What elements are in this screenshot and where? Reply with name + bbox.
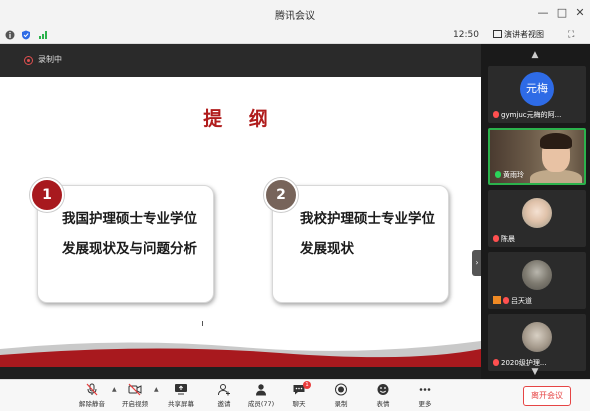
invite-label: 邀请 — [217, 400, 231, 408]
participant-name: 陈晨 — [501, 235, 515, 243]
record-button[interactable]: 录制 — [321, 383, 361, 411]
presentation-slide: 提 纲 1 我国护理硕士专业学位发展现状及与问题分析 2 我校护理硕士专业学位发… — [0, 77, 481, 367]
signal-icon[interactable] — [38, 30, 48, 40]
shield-icon[interactable] — [21, 30, 31, 40]
outline-badge-2: 2 — [264, 178, 298, 212]
avatar — [522, 260, 552, 290]
camera-off-icon — [128, 383, 142, 396]
members-button[interactable]: 成员(77) — [241, 383, 281, 411]
chat-button[interactable]: 1 聊天 — [279, 381, 319, 411]
more-label: 更多 — [418, 400, 432, 408]
outline-text-2: 我校护理硕士专业学位发展现状 — [300, 211, 435, 257]
video-person-hair — [540, 133, 572, 149]
avatar — [522, 198, 552, 228]
mic-muted-icon — [493, 235, 499, 242]
share-screen-button[interactable]: 共享屏幕 — [161, 383, 201, 411]
screen-share-icon — [493, 296, 501, 304]
participants-panel: ▲ 元梅 gymjuc元梅的阿... 黄雨玲 陈晨 吕天道 2020级护理...… — [481, 44, 590, 379]
members-label: 成员(77) — [247, 400, 275, 408]
avatar: 元梅 — [520, 72, 554, 106]
emoji-icon — [377, 384, 389, 395]
more-button[interactable]: 更多 — [405, 383, 445, 411]
recording-bar: 录制中 — [0, 44, 481, 77]
video-button[interactable]: 开启视频 — [115, 383, 155, 411]
share-screen-label: 共享屏幕 — [168, 400, 194, 408]
participant-tile[interactable]: 陈晨 — [488, 190, 586, 247]
share-screen-icon — [175, 384, 187, 395]
mute-label: 解除静音 — [79, 400, 105, 408]
recording-label: 录制中 — [38, 55, 62, 64]
record-icon — [335, 383, 347, 396]
leave-meeting-button[interactable]: 离开会议 — [523, 386, 571, 406]
participant-tile[interactable]: 吕天道 — [488, 252, 586, 309]
mouse-cursor — [202, 321, 205, 326]
close-icon[interactable]: ✕ — [573, 6, 587, 20]
recording-icon — [24, 56, 33, 65]
participant-name: gymjuc元梅的阿... — [501, 111, 562, 119]
participant-name: 黄雨玲 — [503, 171, 524, 179]
info-bar: 12:50 演讲者视图 ⛶ — [0, 27, 590, 44]
mic-muted-icon — [493, 359, 499, 366]
view-mode-label: 演讲者视图 — [504, 30, 544, 39]
participant-name: 2020级护理... — [501, 359, 547, 367]
slide-footer-wave — [0, 341, 481, 367]
video-label: 开启视频 — [122, 400, 148, 408]
participant-name-row: gymjuc元梅的阿... — [493, 110, 561, 120]
slide-title: 提 纲 — [203, 108, 278, 130]
grid-icon — [493, 30, 502, 38]
maximize-icon[interactable]: □ — [555, 6, 569, 20]
more-icon — [419, 388, 431, 391]
participant-tile[interactable]: 元梅 gymjuc元梅的阿... — [488, 66, 586, 123]
scroll-down-icon[interactable]: ▼ — [529, 367, 541, 377]
chat-label: 聊天 — [292, 400, 306, 408]
meeting-toolbar: 解除静音 ▲ 开启视频 ▲ 共享屏幕 邀请 成员(77) 1 聊天 录制 表情 … — [0, 379, 590, 411]
info-icon[interactable] — [5, 30, 15, 40]
mic-speaking-icon — [495, 171, 501, 178]
shared-screen-area: 录制中 提 纲 1 我国护理硕士专业学位发展现状及与问题分析 2 我校护理硕士专… — [0, 44, 482, 379]
mic-muted-icon — [503, 297, 509, 304]
emoji-button[interactable]: 表情 — [363, 383, 403, 411]
window-title: 腾讯会议 — [275, 11, 315, 22]
participant-name-row: 陈晨 — [493, 234, 515, 244]
view-mode-selector[interactable]: 演讲者视图 — [493, 28, 544, 42]
members-icon — [256, 384, 266, 396]
participant-name-row: 黄雨玲 — [495, 170, 524, 180]
participant-tile-active[interactable]: 黄雨玲 — [488, 128, 586, 185]
outline-text-1: 我国护理硕士专业学位发展现状及与问题分析 — [62, 211, 197, 257]
avatar — [522, 322, 552, 352]
outline-badge-1: 1 — [30, 178, 64, 212]
video-person-body — [530, 170, 582, 183]
mic-muted-icon — [493, 111, 499, 118]
emoji-label: 表情 — [376, 400, 390, 408]
fullscreen-icon[interactable]: ⛶ — [568, 30, 578, 40]
scroll-up-icon[interactable]: ▲ — [529, 50, 541, 60]
record-label: 录制 — [334, 400, 348, 408]
add-user-icon — [218, 384, 230, 396]
chat-unread-badge: 1 — [303, 381, 311, 389]
chevron-up-icon[interactable]: ▲ — [154, 386, 159, 393]
microphone-off-icon — [86, 383, 98, 396]
participant-tile[interactable]: 2020级护理... — [488, 314, 586, 371]
mute-button[interactable]: 解除静音 — [72, 383, 112, 411]
meeting-clock: 12:50 — [453, 30, 479, 40]
invite-button[interactable]: 邀请 — [204, 383, 244, 411]
title-bar: 腾讯会议 — □ ✕ — [0, 0, 590, 27]
participant-name: 吕天道 — [511, 297, 532, 305]
meeting-window: 腾讯会议 — □ ✕ 12:50 演讲者视图 ⛶ 录制中 提 纲 1 我国护理硕… — [0, 0, 590, 411]
participant-name-row: 吕天道 — [493, 296, 532, 306]
minimize-icon[interactable]: — — [536, 6, 550, 20]
